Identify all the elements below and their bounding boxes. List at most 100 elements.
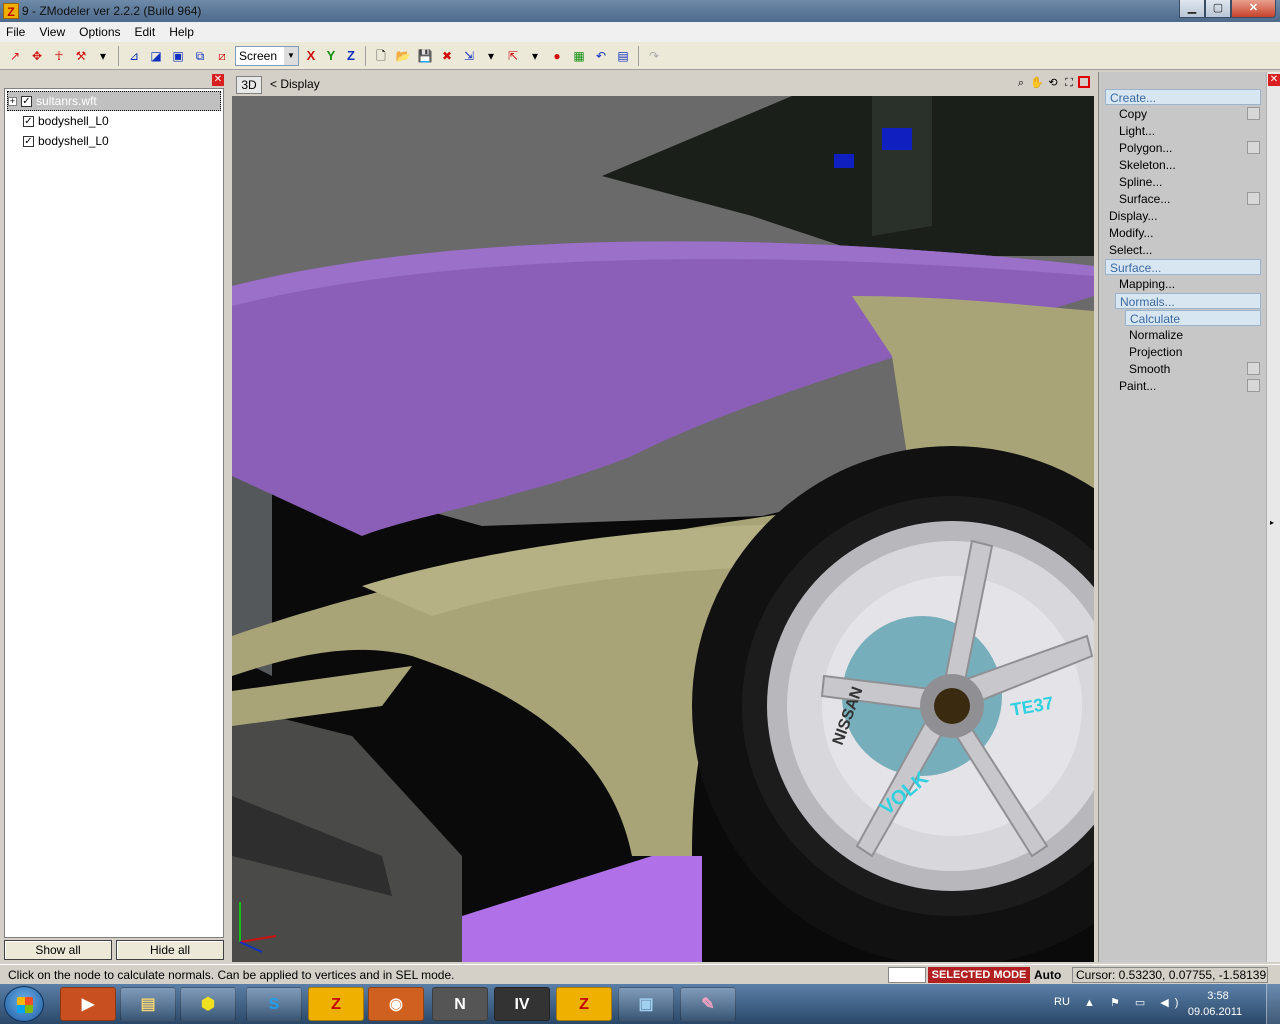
show-desktop-button[interactable] — [1266, 984, 1280, 1024]
menu-create[interactable]: Create... — [1105, 89, 1261, 105]
menu-view[interactable]: View — [39, 25, 65, 39]
dropdown-arrow-icon[interactable]: ▾ — [526, 47, 544, 65]
new-file-icon[interactable]: 🗋 — [372, 47, 390, 65]
close-button[interactable]: ✕ — [1231, 0, 1276, 18]
menu-select[interactable]: Select... — [1109, 242, 1152, 258]
undo-icon[interactable]: ↶ — [592, 47, 610, 65]
show-all-button[interactable]: Show all — [4, 940, 112, 960]
tree-node[interactable]: ✓ bodyshell_L0 — [23, 131, 109, 151]
delete-icon[interactable]: ✖ — [438, 47, 456, 65]
language-indicator[interactable]: RU — [1054, 996, 1070, 1008]
pan-hand-icon[interactable]: ✋ — [1030, 76, 1044, 90]
tree-node-root[interactable]: + ✓ sultanrs.wft — [7, 91, 221, 111]
copy-checkbox[interactable] — [1247, 107, 1260, 120]
axis-x-toggle[interactable]: X — [303, 47, 319, 65]
maximize-button[interactable]: ▢ — [1205, 0, 1231, 18]
scroll-thumb-icon[interactable]: ▸ — [1270, 518, 1278, 527]
taskbar-explorer[interactable]: ▤ — [120, 987, 176, 1021]
taskbar-media-player[interactable]: ▶ — [60, 987, 116, 1021]
redo-icon[interactable]: ↷ — [645, 47, 663, 65]
select-vertex-icon[interactable]: ↗ — [6, 47, 24, 65]
coordinate-mode-select[interactable]: Screen ▼ — [235, 45, 299, 66]
tray-icons[interactable]: ▲ ⚑ ▭ ◀) — [1084, 996, 1184, 1009]
rotate-icon[interactable]: ⟲ — [1046, 76, 1060, 90]
visibility-checkbox[interactable]: ✓ — [23, 135, 34, 147]
menu-display[interactable]: Display... — [1109, 208, 1157, 224]
taskbar-skype[interactable]: S — [246, 987, 302, 1021]
properties-icon[interactable]: ▤ — [614, 47, 632, 65]
taskbar-zmodeler-1[interactable]: Z — [308, 987, 364, 1021]
taskbar-paint[interactable]: ✎ — [680, 987, 736, 1021]
menu-normals-calculate[interactable]: Calculate — [1125, 310, 1261, 326]
clock-time[interactable]: 3:58 — [1188, 990, 1248, 1002]
taskbar-picture-viewer[interactable]: ▣ — [618, 987, 674, 1021]
taskbar-app-gta[interactable]: ⬢ — [180, 987, 236, 1021]
menu-surface-paint[interactable]: Paint... — [1119, 378, 1156, 394]
menu-surface-mapping[interactable]: Mapping... — [1119, 276, 1175, 292]
menu-create-spline[interactable]: Spline... — [1119, 174, 1162, 190]
menu-create-skeleton[interactable]: Skeleton... — [1119, 157, 1176, 173]
menu-normals-smooth[interactable]: Smooth — [1129, 361, 1170, 377]
3d-viewport[interactable]: VOLK TE37 NISSAN — [232, 96, 1094, 962]
auto-indicator[interactable]: Auto — [1034, 968, 1061, 982]
viewport-type-button[interactable]: 3D — [236, 76, 262, 94]
viewport-display-menu[interactable]: < Display — [270, 77, 320, 91]
maximize-viewport-icon[interactable]: ⛶ — [1062, 76, 1076, 90]
zoom-icon[interactable]: ⌕ — [1014, 76, 1028, 90]
menu-file[interactable]: File — [6, 25, 25, 39]
render-icon[interactable]: ▦ — [570, 47, 588, 65]
tree-node[interactable]: ✓ bodyshell_L0 — [23, 111, 109, 131]
visibility-checkbox[interactable]: ✓ — [23, 115, 34, 127]
export-icon[interactable]: ⇱ — [504, 47, 522, 65]
save-icon[interactable]: 💾 — [416, 47, 434, 65]
menu-create-surface[interactable]: Surface... — [1119, 191, 1170, 207]
menu-options[interactable]: Options — [79, 25, 120, 39]
taskbar-firefox[interactable]: ◉ — [368, 987, 424, 1021]
minimize-button[interactable]: ▁ — [1179, 0, 1205, 18]
open-folder-icon[interactable]: 📂 — [394, 47, 412, 65]
smooth-checkbox[interactable] — [1247, 362, 1260, 375]
clock-date[interactable]: 09.06.2011 — [1180, 1006, 1250, 1018]
vertex-mode-icon[interactable]: ⊿ — [125, 47, 143, 65]
paint-checkbox[interactable] — [1247, 379, 1260, 392]
taskbar-zmodeler-2[interactable]: Z — [556, 987, 612, 1021]
menu-create-copy[interactable]: Copy — [1119, 106, 1147, 122]
select-edge-icon[interactable]: ✥ — [28, 47, 46, 65]
menu-create-light[interactable]: Light... — [1119, 123, 1155, 139]
menu-modify[interactable]: Modify... — [1109, 225, 1153, 241]
viewport-close-icon[interactable] — [1078, 76, 1090, 88]
menu-normals-projection[interactable]: Projection — [1129, 344, 1182, 360]
dropdown-arrow-icon[interactable]: ▾ — [482, 47, 500, 65]
close-panel-icon[interactable]: ✕ — [212, 74, 224, 86]
start-button[interactable] — [4, 986, 44, 1022]
select-object-icon[interactable]: ⚒ — [72, 47, 90, 65]
import-icon[interactable]: ⇲ — [460, 47, 478, 65]
axis-y-toggle[interactable]: Y — [323, 47, 339, 65]
visibility-checkbox[interactable]: ✓ — [21, 95, 32, 107]
menu-help[interactable]: Help — [169, 25, 194, 39]
menu-normals-normalize[interactable]: Normalize — [1129, 327, 1183, 343]
zmodeler-app-icon[interactable]: Z — [3, 3, 19, 19]
dropdown-arrow-icon[interactable]: ▾ — [94, 47, 112, 65]
group-mode-icon[interactable]: ⧉ — [191, 47, 209, 65]
polygon-mode-icon[interactable]: ◪ — [147, 47, 165, 65]
menu-edit[interactable]: Edit — [135, 25, 156, 39]
surface-checkbox[interactable] — [1247, 192, 1260, 205]
select-figure-icon[interactable]: ☥ — [50, 47, 68, 65]
selected-mode-badge[interactable]: SELECTED MODE — [928, 967, 1030, 983]
menu-create-polygon[interactable]: Polygon... — [1119, 140, 1172, 156]
expand-icon[interactable]: + — [8, 96, 17, 106]
axis-z-toggle[interactable]: Z — [343, 47, 359, 65]
hide-all-button[interactable]: Hide all — [116, 940, 224, 960]
record-icon[interactable]: ● — [548, 47, 566, 65]
command-panel-scrollbar[interactable]: ✕ ▸ — [1266, 72, 1280, 962]
sel-mode-icon[interactable]: ⧄ — [213, 47, 231, 65]
polygon-checkbox[interactable] — [1247, 141, 1260, 154]
close-panel-icon[interactable]: ✕ — [1268, 74, 1280, 86]
object-mode-icon[interactable]: ▣ — [169, 47, 187, 65]
menu-surface[interactable]: Surface... — [1105, 259, 1261, 275]
taskbar-app-iv[interactable]: IV — [494, 987, 550, 1021]
menu-surface-normals[interactable]: Normals... — [1115, 293, 1261, 309]
taskbar-app-n[interactable]: N — [432, 987, 488, 1021]
chevron-down-icon[interactable]: ▼ — [284, 46, 298, 65]
